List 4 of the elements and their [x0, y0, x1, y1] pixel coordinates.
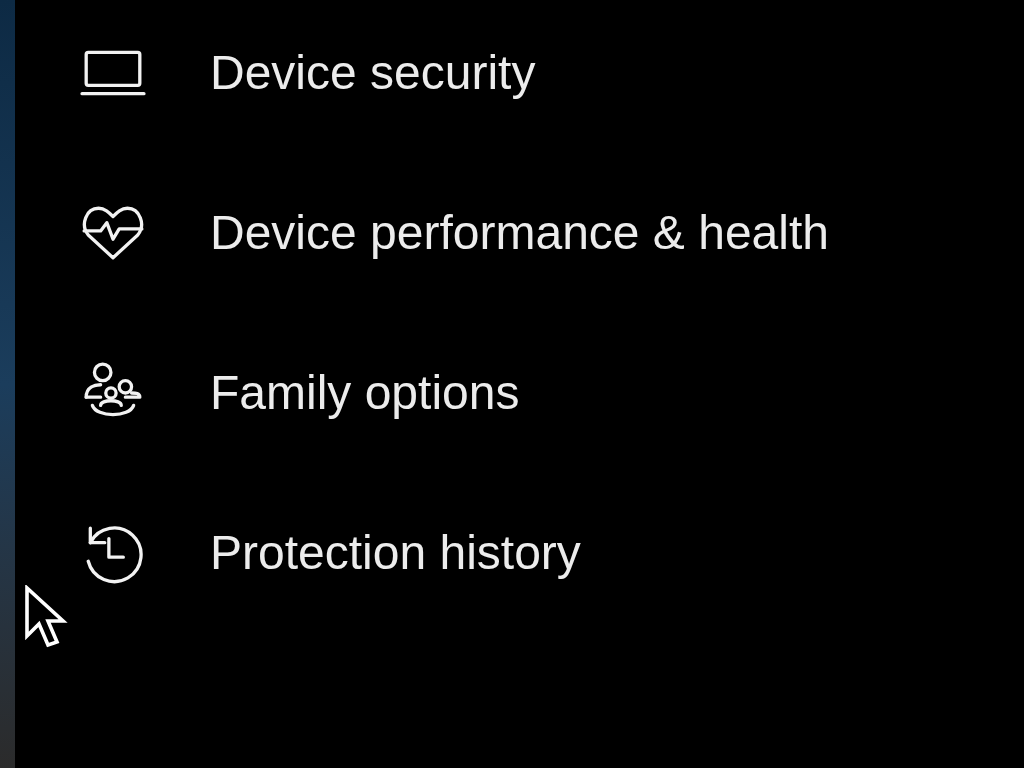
nav-item[interactable]: Device security: [80, 40, 829, 106]
nav-item[interactable]: Family options: [80, 360, 829, 426]
nav-item[interactable]: Device performance & health: [80, 200, 829, 266]
nav-item[interactable]: Protection history: [80, 520, 829, 586]
